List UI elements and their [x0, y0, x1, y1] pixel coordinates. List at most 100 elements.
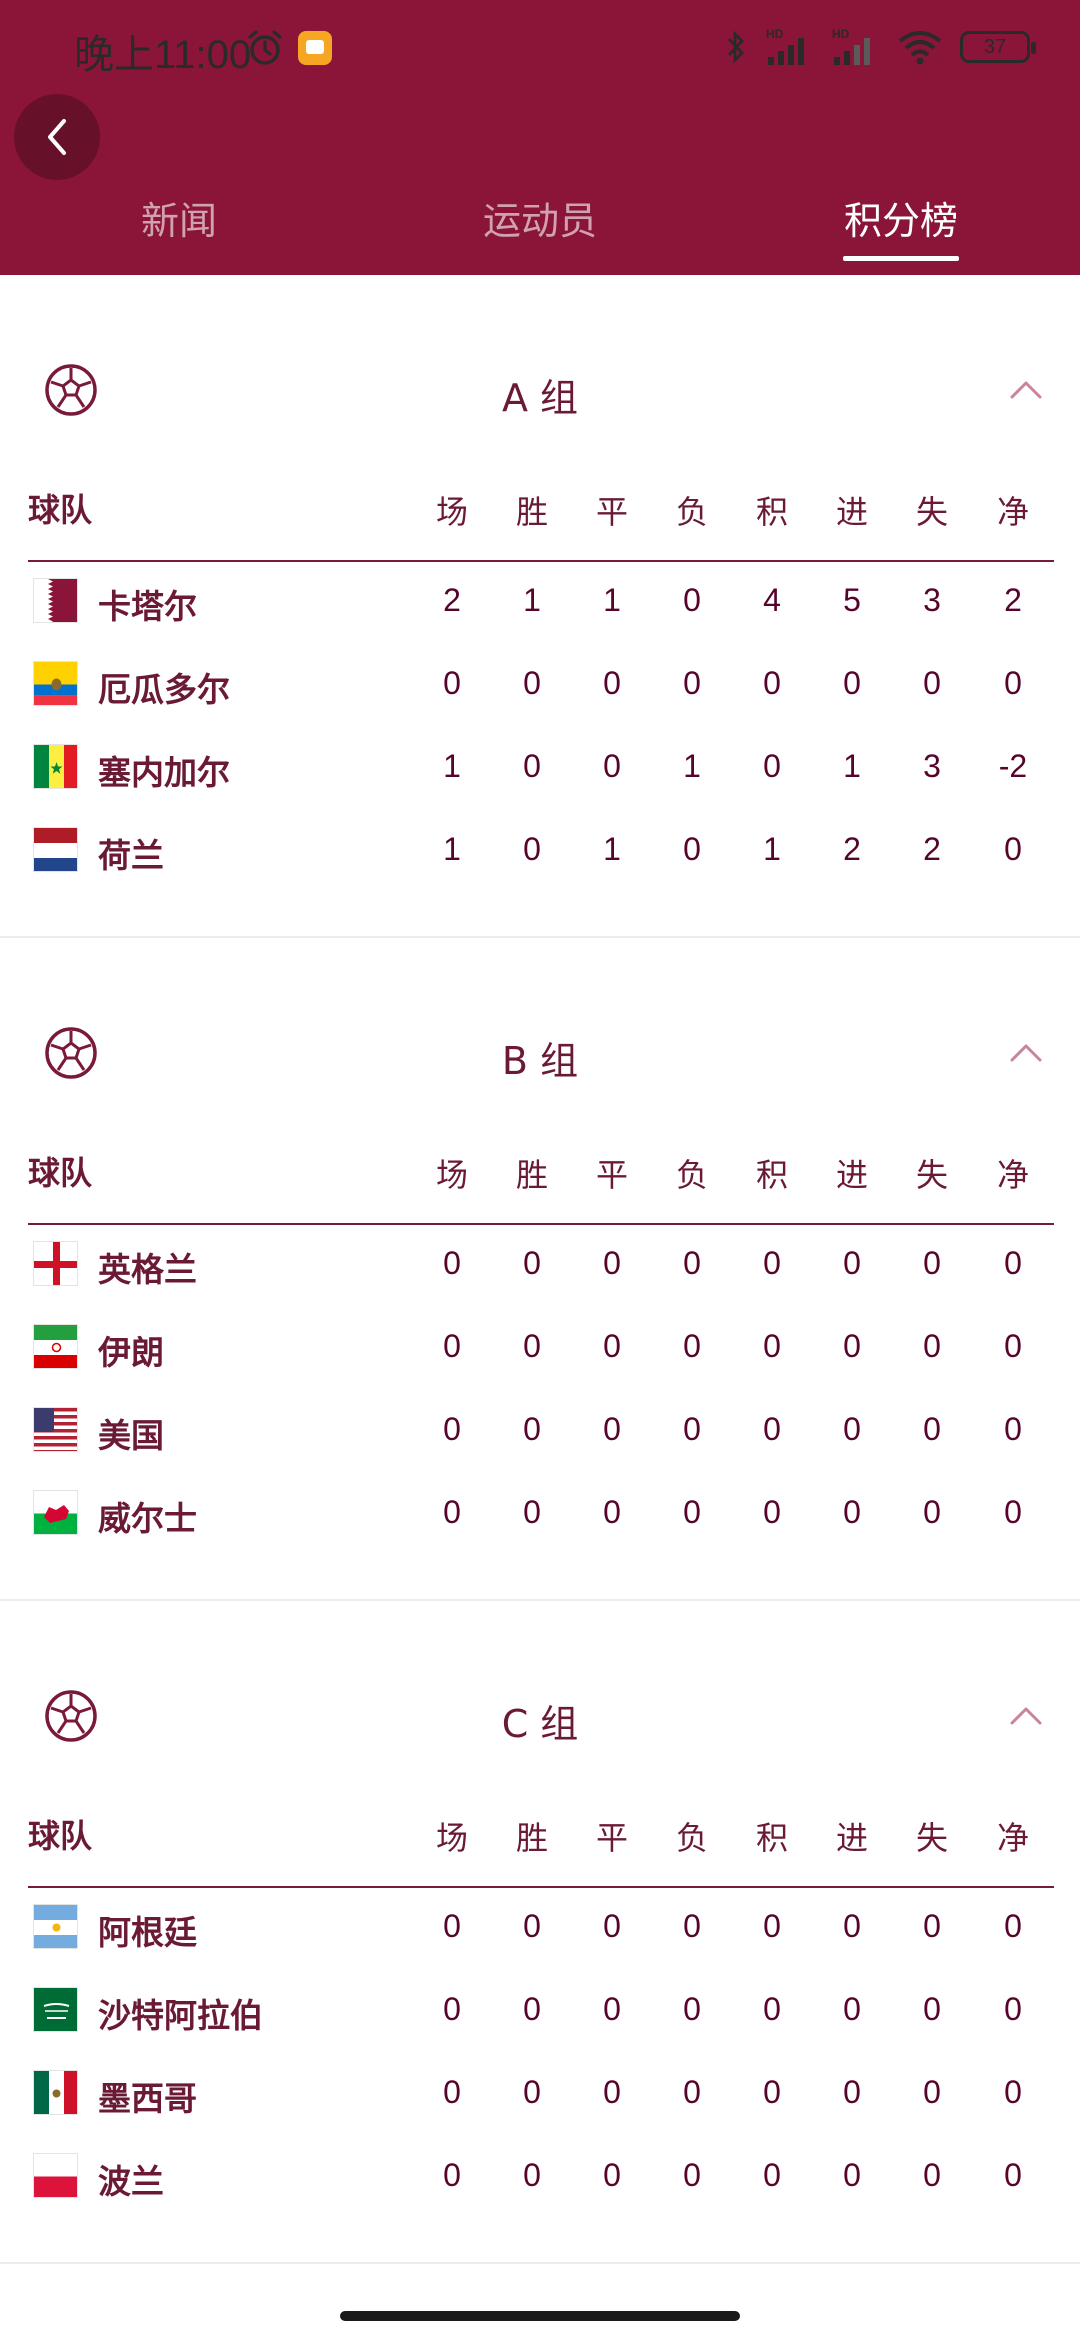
home-indicator[interactable] — [340, 2311, 740, 2321]
stat-cell: 0 — [923, 2157, 941, 2193]
ecuador-flag — [33, 661, 78, 706]
stat-cell: 0 — [1004, 1494, 1022, 1530]
battery-icon: 37 — [960, 31, 1036, 63]
stat-cell: 0 — [603, 1991, 621, 2027]
stat-cell: 0 — [843, 2157, 861, 2193]
stat-cell: 1 — [763, 831, 781, 867]
stat-cell: 0 — [523, 665, 541, 701]
stat-cell: 0 — [683, 2074, 701, 2110]
stat-cell: 0 — [1004, 1908, 1022, 1944]
poland-flag — [33, 2153, 78, 2198]
stat-cell: 0 — [763, 1245, 781, 1281]
stat-cell: 0 — [683, 1411, 701, 1447]
stat-cell: 0 — [763, 2074, 781, 2110]
stat-cell: 1 — [443, 831, 461, 867]
chevron-up-icon[interactable] — [1008, 1038, 1044, 1066]
table-row[interactable]: 英格兰 0 0 0 0 0 0 0 0 — [0, 1233, 1080, 1293]
back-button[interactable] — [14, 94, 100, 180]
table-row[interactable]: 卡塔尔 2 1 1 0 4 5 3 2 — [0, 570, 1080, 630]
team-name: 厄瓜多尔 — [98, 670, 230, 709]
stat-cell: 0 — [443, 665, 461, 701]
status-time: 晚上11:00 — [74, 33, 252, 77]
column-header: 失 — [915, 493, 949, 531]
stat-cell: 0 — [683, 1245, 701, 1281]
column-header: 胜 — [515, 1819, 549, 1857]
stat-cell: 1 — [683, 748, 701, 784]
stat-cell: 0 — [763, 1991, 781, 2027]
column-header: 积 — [755, 1819, 789, 1857]
stat-cell: 0 — [523, 831, 541, 867]
stat-cell: 5 — [843, 582, 861, 618]
group-title: C 组 — [501, 1702, 579, 1746]
tab-bar: 新闻 运动员 积分榜 — [0, 180, 1080, 275]
column-header: 平 — [595, 1819, 629, 1857]
stat-cell: 0 — [923, 1908, 941, 1944]
chevron-left-icon — [48, 119, 66, 155]
table-row[interactable]: 美国 0 0 0 0 0 0 0 0 — [0, 1399, 1080, 1459]
stat-cell: 0 — [603, 665, 621, 701]
stat-cell: 0 — [923, 665, 941, 701]
stat-cell: 0 — [1004, 1245, 1022, 1281]
table-row[interactable]: 墨西哥 0 0 0 0 0 0 0 0 — [0, 2062, 1080, 2122]
column-header: 积 — [755, 493, 789, 531]
group-title: B 组 — [501, 1039, 579, 1083]
table-row[interactable]: 波兰 0 0 0 0 0 0 0 0 — [0, 2145, 1080, 2205]
status-icons: HD HD 37 — [724, 24, 1036, 70]
stat-cell: 0 — [443, 1908, 461, 1944]
table-header: 球队 场 胜 平 负 积 进 失 净 — [0, 485, 1080, 531]
team-name: 美国 — [98, 1416, 164, 1455]
table-row[interactable]: 伊朗 0 0 0 0 0 0 0 0 — [0, 1316, 1080, 1376]
senegal-flag — [33, 744, 78, 789]
usa-flag — [33, 1407, 78, 1452]
column-header: 平 — [595, 493, 629, 531]
stat-cell: 0 — [603, 1245, 621, 1281]
stat-cell: 0 — [443, 1245, 461, 1281]
tab-news[interactable]: 新闻 — [141, 190, 217, 245]
stat-cell: 0 — [523, 748, 541, 784]
england-flag — [33, 1241, 78, 1286]
column-header: 净 — [996, 1156, 1030, 1194]
group-section: A 组球队场胜平负积进失净卡塔尔 2 1 1 0 4 5 3 2 厄瓜多尔 0 0 0 0 0 0 0 0 塞内加尔… — [0, 275, 1080, 938]
stat-cell: 0 — [843, 2074, 861, 2110]
stat-cell: 0 — [843, 1494, 861, 1530]
stat-cell: 0 — [763, 748, 781, 784]
team-name: 卡塔尔 — [98, 587, 197, 626]
mexico-flag — [33, 2070, 78, 2115]
team-name: 阿根廷 — [98, 1913, 197, 1952]
stat-cell: 0 — [683, 831, 701, 867]
table-row[interactable]: 厄瓜多尔 0 0 0 0 0 0 0 0 — [0, 653, 1080, 713]
stat-cell: 0 — [1004, 665, 1022, 701]
table-row[interactable]: 塞内加尔 1 0 0 1 0 1 3 -2 — [0, 736, 1080, 796]
column-header: 进 — [835, 1819, 869, 1857]
stat-cell: 0 — [603, 2157, 621, 2193]
stat-cell: 0 — [443, 1991, 461, 2027]
team-name: 英格兰 — [98, 1250, 197, 1289]
team-name: 伊朗 — [98, 1333, 164, 1372]
table-row[interactable]: 荷兰 1 0 1 0 1 2 2 0 — [0, 819, 1080, 879]
stat-cell: 0 — [1004, 1328, 1022, 1364]
stat-cell: 0 — [763, 1494, 781, 1530]
stat-cell: 0 — [443, 2157, 461, 2193]
stat-cell: 1 — [603, 582, 621, 618]
stat-cell: 2 — [923, 831, 941, 867]
bluetooth-icon — [727, 30, 744, 64]
chevron-up-icon[interactable] — [1008, 1701, 1044, 1729]
group-divider — [0, 2262, 1080, 2264]
team-name: 波兰 — [98, 2162, 164, 2201]
table-row[interactable]: 阿根廷 0 0 0 0 0 0 0 0 — [0, 1896, 1080, 1956]
column-header: 平 — [595, 1156, 629, 1194]
table-row[interactable]: 沙特阿拉伯 0 0 0 0 0 0 0 0 — [0, 1979, 1080, 2039]
stat-cell: 0 — [603, 2074, 621, 2110]
tab-players[interactable]: 运动员 — [483, 190, 597, 245]
netherlands-flag — [33, 827, 78, 872]
stat-cell: 0 — [523, 1411, 541, 1447]
table-row[interactable]: 威尔士 0 0 0 0 0 0 0 0 — [0, 1482, 1080, 1542]
stat-cell: 0 — [763, 1411, 781, 1447]
chevron-up-icon[interactable] — [1008, 375, 1044, 403]
tab-standings[interactable]: 积分榜 — [844, 190, 958, 245]
app-header: 晚上11:00 HD HD 37 新闻 运动员 积分榜 — [0, 0, 1080, 275]
column-header: 进 — [835, 1156, 869, 1194]
stat-cell: 0 — [1004, 1411, 1022, 1447]
stat-cell: 0 — [443, 1494, 461, 1530]
column-header: 场 — [435, 493, 469, 531]
